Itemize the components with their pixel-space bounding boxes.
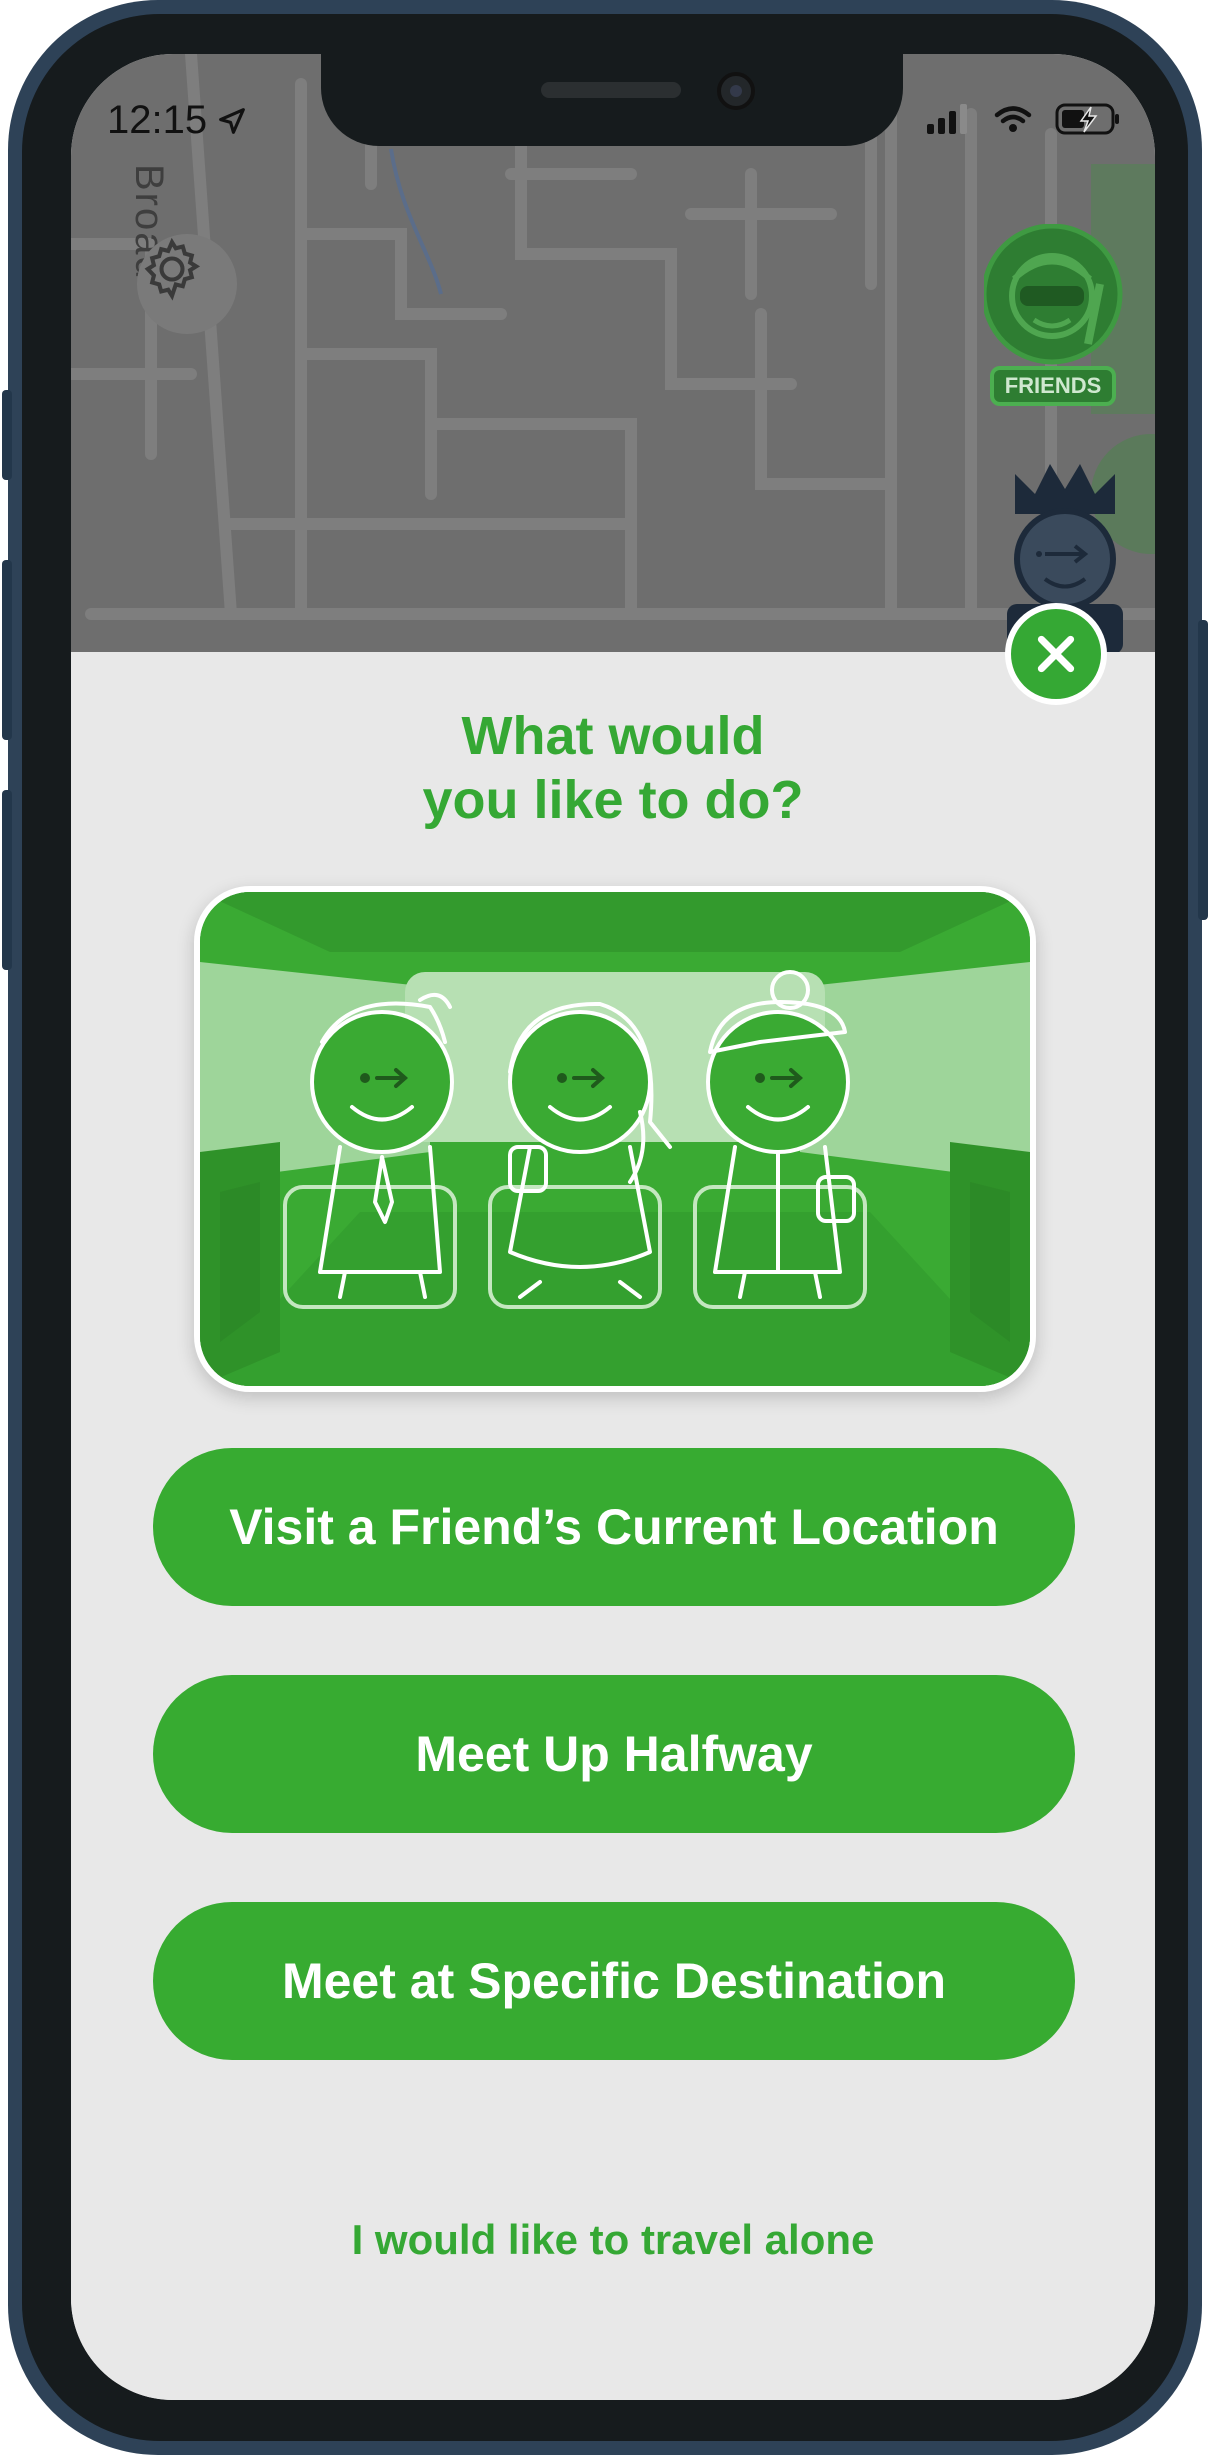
- power-button: [1198, 620, 1208, 920]
- car-riders-illustration: [194, 886, 1036, 1392]
- status-icons: [927, 102, 1121, 136]
- car-interior-image: [200, 892, 1030, 1386]
- meet-specific-destination-button[interactable]: Meet at Specific Destination: [153, 1902, 1075, 2060]
- gear-icon: [144, 237, 201, 301]
- friends-avatar-icon: [984, 224, 1123, 365]
- battery-charging-icon: [1055, 103, 1119, 135]
- signal-icon: [927, 104, 967, 134]
- settings-button[interactable]: [137, 234, 237, 334]
- phone-frame: Broad FRIENDS 12:15 What would you like …: [2, 0, 1208, 2455]
- travel-alone-link[interactable]: I would like to travel alone: [71, 2216, 1155, 2264]
- speaker-grille: [541, 82, 681, 98]
- mute-switch: [2, 390, 12, 480]
- front-camera: [717, 72, 755, 110]
- volume-up-button: [2, 560, 12, 740]
- close-icon: [1037, 635, 1075, 673]
- wifi-icon: [994, 106, 1032, 132]
- status-time: 12:15: [107, 98, 249, 143]
- friends-button[interactable]: FRIENDS: [984, 224, 1134, 406]
- location-arrow-icon: [219, 107, 246, 134]
- sheet-prompt: What would you like to do?: [422, 706, 804, 830]
- screen: Broad FRIENDS 12:15 What would you like …: [71, 54, 1155, 2400]
- friends-badge: FRIENDS: [990, 366, 1116, 406]
- status-time-text: 12:15: [107, 98, 208, 142]
- meet-halfway-button[interactable]: Meet Up Halfway: [153, 1675, 1075, 1833]
- close-button[interactable]: [1005, 603, 1107, 705]
- notch: [321, 54, 903, 146]
- volume-down-button: [2, 790, 12, 970]
- visit-friend-location-button[interactable]: Visit a Friend’s Current Location: [153, 1448, 1075, 1606]
